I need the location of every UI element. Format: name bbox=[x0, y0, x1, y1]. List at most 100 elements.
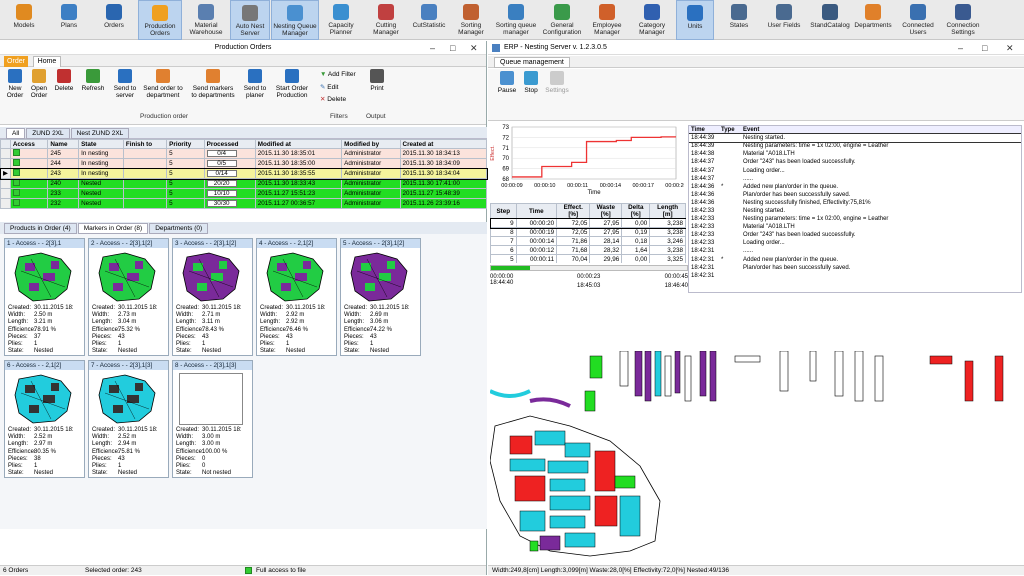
new-order-button[interactable]: New Order bbox=[4, 69, 26, 99]
edit-filter-button[interactable]: ✎ Edit bbox=[320, 83, 338, 91]
toolbar-item-cutstatistic[interactable]: CutStatistic bbox=[410, 0, 448, 40]
maximize-icon[interactable]: □ bbox=[982, 43, 987, 53]
column-header[interactable]: Waste [%] bbox=[589, 203, 623, 219]
column-header[interactable]: Step bbox=[490, 203, 517, 219]
add-filter-button[interactable]: ▼ Add Filter bbox=[320, 71, 356, 78]
close-icon[interactable]: ✕ bbox=[470, 43, 478, 54]
toolbar-item-category[interactable]: Category Manager bbox=[630, 0, 674, 40]
log-row[interactable]: 18:44:37...... bbox=[689, 175, 1021, 183]
toolbar-item-cutting[interactable]: Cutting Manager bbox=[364, 0, 408, 40]
tab-home[interactable]: Home bbox=[33, 56, 61, 67]
toolbar-item-production[interactable]: Production Orders bbox=[138, 0, 182, 40]
column-header[interactable]: Finish to bbox=[122, 139, 168, 149]
log-row[interactable]: 18:42:31 bbox=[689, 272, 1021, 280]
refresh-button[interactable]: Refresh bbox=[78, 69, 108, 92]
close-icon[interactable]: ✕ bbox=[1006, 43, 1014, 54]
log-column-header[interactable]: Time bbox=[689, 126, 719, 134]
tab-order[interactable]: Order bbox=[4, 56, 28, 67]
log-column-header[interactable]: Type bbox=[719, 126, 741, 134]
minimize-icon[interactable]: – bbox=[958, 43, 963, 53]
log-row[interactable]: 18:44:37 Loading order... bbox=[689, 166, 1021, 174]
column-header[interactable]: Priority bbox=[166, 139, 205, 149]
column-header[interactable]: Time bbox=[515, 203, 558, 219]
log-row[interactable]: 18:44:36 * Added new plan/order in the que… bbox=[689, 183, 1021, 191]
table-row[interactable]: ▶ 243 In nesting 5 0/14 2015.11.30 18:35:55 Ad… bbox=[0, 167, 488, 180]
log-row[interactable]: 18:44:37 Order "243" has been loaded succ… bbox=[689, 158, 1021, 166]
minimize-icon[interactable]: – bbox=[430, 43, 435, 53]
log-row[interactable]: 18:44:39 Nesting started. bbox=[689, 133, 1021, 144]
marker-card[interactable]: 7 - Access - - 2[3],1[3] Created: 30.11.20… bbox=[88, 360, 169, 478]
log-row[interactable]: 18:42:33 Order "243" has been loaded succ… bbox=[689, 231, 1021, 239]
log-row[interactable]: 18:44:36 Nesting successfully finished, E… bbox=[689, 199, 1021, 207]
log-row[interactable]: 18:42:31 Plan/order has been successfully… bbox=[689, 264, 1021, 272]
toolbar-item-sorting-queue[interactable]: Sorting queue manager bbox=[494, 0, 538, 40]
table-row[interactable]: 232 Nested 5 30/30 2015.11.27 00:36:57 Admini… bbox=[0, 198, 488, 209]
view-tab[interactable]: Nest ZUND 2XL bbox=[70, 128, 130, 139]
log-column-header[interactable]: Event bbox=[741, 126, 1021, 134]
log-row[interactable]: 18:44:36 Plan/order has been successfully… bbox=[689, 191, 1021, 199]
column-header[interactable]: Modified by bbox=[341, 139, 401, 149]
marker-card[interactable]: 3 - Access - - 2[3],1[2] Created: 30.11.20… bbox=[172, 238, 253, 356]
toolbar-item-connection[interactable]: Connection Settings bbox=[942, 0, 984, 40]
table-row[interactable]: 233 Nested 5 10/10 2015.11.27 15:51:23 Admini… bbox=[0, 188, 488, 199]
column-header[interactable]: Modified at bbox=[254, 139, 343, 149]
toolbar-item-user-fields[interactable]: User Fields bbox=[763, 0, 805, 40]
column-header[interactable]: Processed bbox=[203, 139, 256, 149]
toolbar-item-capacity[interactable]: Capacity Planner bbox=[320, 0, 362, 40]
table-row[interactable]: 5 00:00:11 70,04 29,96 0,00 3,325 bbox=[490, 254, 686, 263]
column-header[interactable]: State bbox=[78, 139, 124, 149]
table-row[interactable]: 240 Nested 5 20/20 2015.11.30 18:33:43 Admini… bbox=[0, 178, 488, 189]
detail-tab[interactable]: Markers in Order (8) bbox=[77, 223, 149, 234]
log-row[interactable]: 18:42:33 Nesting parameters: time = 1x 02… bbox=[689, 215, 1021, 223]
marker-card[interactable]: 4 - Access - - 2,1[2] Created: 30.11.2015 … bbox=[256, 238, 337, 356]
toolbar-item-orders[interactable]: Orders bbox=[92, 0, 136, 40]
column-header[interactable]: Delta [%] bbox=[621, 203, 651, 219]
toolbar-item-sorting[interactable]: Sorting Manager bbox=[450, 0, 492, 40]
table-row[interactable]: 7 00:00:14 71,86 28,14 0,18 3,246 bbox=[490, 236, 686, 246]
delete-filter-button[interactable]: ✕ Delete bbox=[320, 95, 346, 103]
log-row[interactable]: 18:42:33 Material "A018.LTH bbox=[689, 223, 1021, 231]
toolbar-item-states[interactable]: States bbox=[720, 0, 758, 40]
log-row[interactable]: 18:42:33 Nesting started. bbox=[689, 207, 1021, 215]
column-header[interactable]: Created at bbox=[399, 139, 488, 149]
view-tab[interactable]: All bbox=[6, 128, 26, 139]
log-row[interactable]: 18:42:31 * Added new plan/order in the que… bbox=[689, 256, 1021, 264]
start-order-production-button[interactable]: Start Order Production bbox=[272, 69, 312, 99]
log-row[interactable]: 18:44:38 Material "A018.LTH bbox=[689, 150, 1021, 158]
marker-card[interactable]: 8 - Access - - 2[3],1[3] Created: 30.11.20… bbox=[172, 360, 253, 478]
pause-button[interactable]: Pause bbox=[496, 71, 518, 94]
toolbar-item-nesting-queue[interactable]: Nesting Queue Manager bbox=[271, 0, 319, 40]
column-header[interactable]: Length [m] bbox=[649, 203, 686, 219]
table-row[interactable]: 245 In nesting 5 0/4 2015.11.30 18:35:01 Admi… bbox=[0, 148, 488, 159]
toolbar-item-standcatalog[interactable]: StandCatalog bbox=[808, 0, 852, 40]
print-button[interactable]: Print bbox=[366, 69, 388, 92]
column-header[interactable]: Name bbox=[47, 139, 80, 149]
detail-tab[interactable]: Products in Order (4) bbox=[4, 223, 77, 234]
log-row[interactable]: 18:42:33 Loading order... bbox=[689, 239, 1021, 247]
marker-card[interactable]: 6 - Access - - 2,1[2] Created: 30.11.2015 … bbox=[4, 360, 85, 478]
toolbar-item-plans[interactable]: Plans bbox=[48, 0, 90, 40]
log-row[interactable]: 18:44:39 Nesting parameters: time = 1x 02… bbox=[689, 142, 1021, 150]
send-markers-to-departments-button[interactable]: Send markers to departments bbox=[188, 69, 238, 99]
column-header[interactable]: Access bbox=[9, 139, 49, 149]
maximize-icon[interactable]: □ bbox=[450, 43, 455, 53]
send-to-planer-button[interactable]: Send to planer bbox=[240, 69, 270, 99]
marker-card[interactable]: 5 - Access - - 2[3],1[2] Created: 30.11.20… bbox=[340, 238, 421, 356]
table-row[interactable]: 244 In nesting 5 0/5 2015.11.30 18:35:00 Admi… bbox=[0, 158, 488, 169]
column-header[interactable]: Effect. [%] bbox=[556, 203, 591, 219]
toolbar-item-employee[interactable]: Employee Manager bbox=[586, 0, 628, 40]
detail-tab[interactable]: Departments (0) bbox=[149, 223, 209, 234]
toolbar-item-connected[interactable]: Connected Users bbox=[896, 0, 940, 40]
send-order-to-department-button[interactable]: Send order to department bbox=[140, 69, 186, 99]
table-row[interactable]: 6 00:00:12 71,68 28,32 1,64 3,238 bbox=[490, 245, 686, 255]
tab-queue-management[interactable]: Queue management bbox=[494, 57, 570, 68]
log-row[interactable]: 18:42:31...... bbox=[689, 247, 1021, 255]
toolbar-item-models[interactable]: Models bbox=[2, 0, 46, 40]
marker-card[interactable]: 1 - Access - - 2[3],1 Created: 30.11.2015 … bbox=[4, 238, 85, 356]
toolbar-item-general[interactable]: General Configuration bbox=[540, 0, 584, 40]
marker-card[interactable]: 2 - Access - - 2[3],1[2] Created: 30.11.20… bbox=[88, 238, 169, 356]
open-order-button[interactable]: Open Order bbox=[28, 69, 50, 99]
delete-button[interactable]: Delete bbox=[52, 69, 76, 92]
table-row[interactable]: 8 00:00:19 72,05 27,95 0,19 3,238 bbox=[490, 227, 686, 237]
toolbar-item-material[interactable]: Material Warehouse bbox=[184, 0, 228, 40]
